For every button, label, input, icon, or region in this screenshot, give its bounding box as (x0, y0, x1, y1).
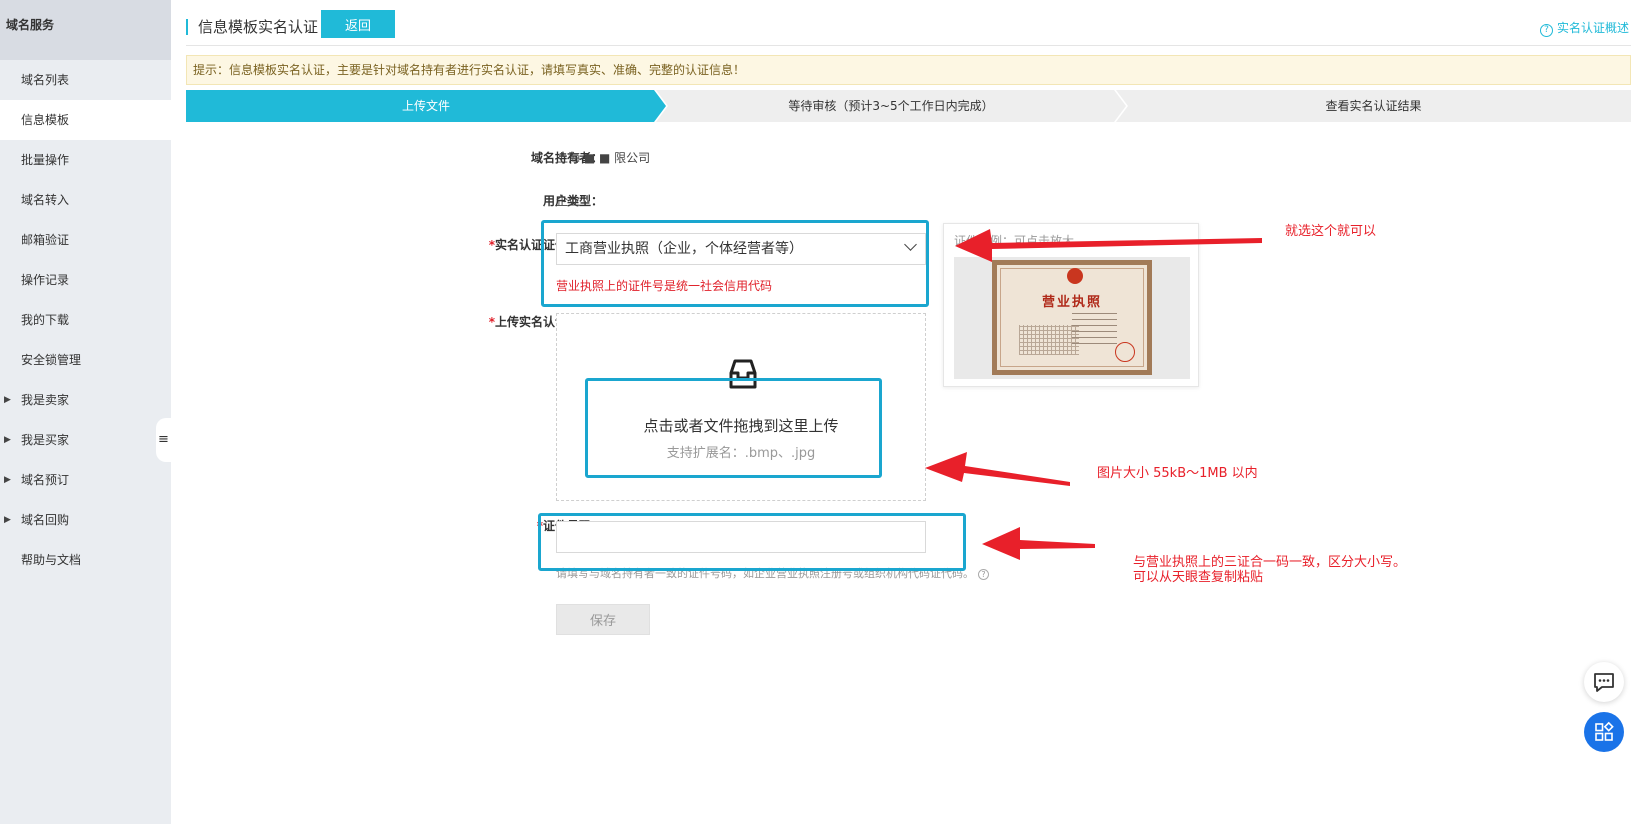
sidebar-item-batch-ops[interactable]: 批量操作 (0, 140, 171, 180)
cert-example-panel[interactable]: 证件示例：可点击放大 营业执照 (943, 223, 1199, 387)
annotation-box-upload (585, 378, 882, 478)
annotation-id-note-1: 与营业执照上的三证合一码一致，区分大小写。 (1133, 555, 1407, 570)
notice-banner: 提示：信息模板实名认证，主要是针对域名持有者进行实名认证，请填写真实、准确、完整… (186, 55, 1631, 85)
realname-overview-link[interactable]: ? 实名认证概述 (1539, 19, 1629, 37)
cert-text-lines (1072, 310, 1117, 344)
sidebar-item-label: 域名预订 (21, 473, 70, 487)
holder-value: 上海 ■ ■ 限公司 (556, 151, 651, 165)
apps-button[interactable] (1584, 712, 1624, 752)
sidebar-item-help-docs[interactable]: 帮助与文档 (0, 540, 171, 580)
progress-steps: 上传文件 等待审核（预计3~5个工作日内完成） 查看实名认证结果 (186, 90, 1631, 122)
header-accent-bar (186, 19, 188, 35)
example-caption: 证件示例：可点击放大 (954, 234, 1075, 248)
sidebar-item-label: 我是卖家 (21, 393, 70, 407)
save-button[interactable]: 保存 (556, 604, 650, 635)
cert-example-image[interactable]: 营业执照 (954, 257, 1190, 379)
sidebar-item-domain-transfer[interactable]: 域名转入 (0, 180, 171, 220)
chat-icon (1594, 673, 1614, 692)
sidebar-item-my-downloads[interactable]: 我的下载 (0, 300, 171, 340)
business-license-picture: 营业执照 (992, 260, 1152, 375)
annotation-box-id-number (538, 513, 966, 571)
sidebar-item-seller[interactable]: ▶ 我是卖家 (0, 380, 171, 420)
caret-right-icon: ▶ (4, 515, 11, 525)
help-icon[interactable]: ? (978, 568, 989, 580)
sidebar-item-domain-list[interactable]: 域名列表 (0, 60, 171, 100)
annotation-select-note: 就选这个就可以 (1285, 224, 1377, 239)
sidebar-collapse-icon[interactable]: ≡ (156, 418, 171, 462)
step-review: 等待审核（预计3~5个工作日内完成） (656, 90, 1126, 122)
cert-title: 营业执照 (1041, 295, 1102, 310)
sidebar-item-info-template[interactable]: 信息模板 (0, 100, 171, 140)
apps-grid-icon (1595, 721, 1614, 741)
page-header: 信息模板实名认证 返回 ? 实名认证概述 (186, 10, 1631, 46)
sidebar-item-domain-buyback[interactable]: ▶ 域名回购 (0, 500, 171, 540)
help-icon: ? (1539, 24, 1553, 37)
sidebar-item-domain-reserve[interactable]: ▶ 域名预订 (0, 460, 171, 500)
sidebar-item-email-verify[interactable]: 邮箱验证 (0, 220, 171, 260)
national-emblem-icon (1067, 268, 1083, 284)
help-link-label: 实名认证概述 (1556, 21, 1629, 35)
caret-right-icon: ▶ (4, 475, 11, 485)
sidebar-item-buyer[interactable]: ▶ 我是买家 (0, 420, 171, 460)
qr-code-icon (1019, 325, 1079, 355)
caret-right-icon: ▶ (4, 395, 11, 405)
official-seal-icon (1115, 342, 1135, 362)
annotation-box-cert-type (541, 220, 929, 307)
back-button[interactable]: 返回 (321, 10, 395, 38)
chat-button[interactable] (1584, 662, 1624, 702)
sidebar-item-label: 我是买家 (21, 433, 70, 447)
sidebar: 域名服务 域名列表 信息模板 批量操作 域名转入 邮箱验证 操作记录 我的下载 … (0, 0, 171, 824)
caret-right-icon: ▶ (4, 435, 11, 445)
user-type-value: 企业 (556, 194, 581, 208)
annotation-id-note-2: 可以从天眼查复制粘贴 (1133, 570, 1264, 585)
sidebar-item-security-lock[interactable]: 安全锁管理 (0, 340, 171, 380)
sidebar-item-operation-log[interactable]: 操作记录 (0, 260, 171, 300)
step-result: 查看实名认证结果 (1116, 90, 1631, 122)
sidebar-item-label: 域名回购 (21, 513, 70, 527)
main-content: 信息模板实名认证 返回 ? 实名认证概述 提示：信息模板实名认证，主要是针对域名持… (171, 0, 1640, 824)
annotation-size-note: 图片大小 55kB～1MB 以内 (1097, 466, 1258, 481)
page-title: 信息模板实名认证 (198, 18, 319, 36)
sidebar-title: 域名服务 (0, 0, 171, 60)
step-upload: 上传文件 (186, 90, 666, 122)
